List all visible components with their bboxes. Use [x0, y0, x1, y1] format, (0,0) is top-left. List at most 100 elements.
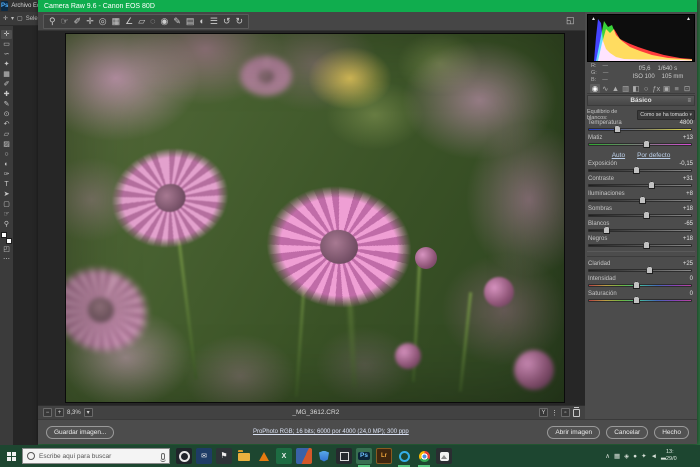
show-hidden-icons-chevron[interactable]: ∧ — [605, 452, 610, 460]
microphone-icon[interactable] — [161, 453, 165, 460]
blur-tool-icon[interactable]: ○ — [1, 150, 12, 159]
open-image-button[interactable]: Abrir imagen — [547, 426, 600, 439]
tray-icon[interactable]: ◄ — [651, 453, 657, 460]
flag-app-icon[interactable]: ⚑ — [216, 448, 232, 464]
move-tool-icon[interactable]: ✛ — [1, 30, 12, 39]
radial-filter-icon[interactable]: ◐ — [199, 16, 204, 27]
slider-knob-claridad[interactable] — [646, 266, 653, 274]
photoshop-taskbar-icon[interactable]: Ps — [356, 448, 372, 464]
eyedropper-tool-icon[interactable]: ✐ — [1, 80, 12, 89]
slider-knob-matiz[interactable] — [643, 140, 650, 148]
detail-tab[interactable]: ▲ — [610, 84, 620, 93]
lasso-tool-icon[interactable]: ∽ — [1, 50, 12, 59]
slider-knob-sombras[interactable] — [643, 211, 650, 219]
camera-raw-titlebar[interactable]: Camera Raw 9.6 - Canon EOS 80D — [38, 0, 697, 12]
split-color-app-icon[interactable] — [296, 448, 312, 464]
presets-tab[interactable]: ≡ — [672, 84, 682, 93]
stamp-tool-icon[interactable]: ⊙ — [1, 110, 12, 119]
pen-tool-icon[interactable]: ✑ — [1, 170, 12, 179]
zoom-menu-button[interactable]: ▾ — [84, 408, 93, 417]
straighten-icon[interactable]: ∠ — [125, 16, 133, 27]
checkbox-icon[interactable]: ▢ — [17, 15, 23, 22]
slider-knob-saturacion[interactable] — [633, 296, 640, 304]
slider-track-contraste[interactable] — [588, 184, 692, 187]
vlc-icon[interactable] — [256, 448, 272, 464]
camera-calibration-tab[interactable]: ▣ — [662, 84, 672, 93]
effects-tab[interactable]: ƒx — [651, 84, 661, 93]
preferences-icon[interactable]: ☰ — [210, 16, 218, 27]
split-toning-tab[interactable]: ◧ — [631, 84, 641, 93]
foreground-color-swatch[interactable] — [1, 232, 7, 238]
white-balance-icon[interactable]: ✐ — [74, 16, 82, 27]
rotate-left-icon[interactable]: ↺ — [223, 16, 231, 27]
background-color-swatch[interactable] — [6, 238, 12, 244]
slider-knob-negros[interactable] — [643, 241, 650, 249]
swatch-button[interactable]: ▫ — [561, 408, 570, 417]
slider-knob-contraste[interactable] — [648, 181, 655, 189]
tray-icon[interactable]: ◈ — [624, 452, 629, 460]
screen-mode-icon[interactable]: ⋯ — [1, 255, 12, 264]
zoom-icon[interactable]: ⚲ — [49, 16, 56, 27]
zoom-tool-icon[interactable]: ⚲ — [1, 220, 12, 229]
wand-tool-icon[interactable]: ✦ — [1, 60, 12, 69]
color-swatches[interactable] — [1, 232, 12, 244]
tray-icon[interactable]: ▦ — [614, 452, 620, 460]
hand-tool-icon[interactable]: ☞ — [1, 210, 12, 219]
targeted-adjustment-icon[interactable]: ◎ — [99, 16, 107, 27]
red-eye-icon[interactable]: ◉ — [161, 16, 169, 27]
slider-knob-temperatura[interactable] — [614, 125, 621, 133]
mail-app-icon[interactable]: ✉ — [196, 448, 212, 464]
shield-icon[interactable] — [316, 448, 332, 464]
file-explorer-icon[interactable] — [236, 448, 252, 464]
search-input[interactable]: Escribe aquí para buscar — [22, 448, 170, 464]
slider-track-iluminaciones[interactable] — [588, 199, 692, 202]
tone-curve-tab[interactable]: ∿ — [600, 84, 610, 93]
fullscreen-toggle-icon[interactable]: ◱ — [566, 15, 575, 26]
auto-link[interactable]: Auto — [612, 152, 625, 159]
marquee-tool-icon[interactable]: ▭ — [1, 40, 12, 49]
snapshots-tab[interactable]: ⊡ — [682, 84, 692, 93]
type-tool-icon[interactable]: T — [1, 180, 12, 189]
slider-track-saturacion[interactable] — [588, 299, 692, 302]
dots-icon[interactable]: ⋮ — [551, 409, 558, 417]
slider-track-temperatura[interactable] — [588, 128, 692, 131]
hsl-tab[interactable]: ▥ — [621, 84, 631, 93]
excel-icon[interactable]: X — [276, 448, 292, 464]
slider-track-sombras[interactable] — [588, 214, 692, 217]
lightroom-taskbar-icon[interactable]: Lr — [376, 448, 392, 464]
taskbar-clock[interactable]: 13: 29/0 — [666, 449, 700, 463]
panel-menu-icon[interactable]: ≡ — [687, 98, 691, 104]
eraser-tool-icon[interactable]: ▱ — [1, 130, 12, 139]
rotate-right-icon[interactable]: ↻ — [235, 16, 243, 27]
highlight-clipping-icon[interactable]: ▲ — [686, 16, 691, 22]
color-sampler-icon[interactable]: ✛ — [86, 16, 94, 27]
shadow-clipping-icon[interactable]: ▲ — [591, 16, 596, 22]
zoom-in-button[interactable]: + — [55, 408, 64, 417]
default-link[interactable]: Por defecto — [637, 152, 670, 159]
tray-icon[interactable]: ● — [633, 453, 637, 460]
histogram[interactable]: ▲ ▲ — [587, 14, 695, 62]
slider-knob-iluminaciones[interactable] — [639, 196, 646, 204]
basic-tab[interactable]: ◉ — [590, 84, 600, 93]
history-brush-tool-icon[interactable]: ↶ — [1, 120, 12, 129]
chrome-icon[interactable] — [416, 448, 432, 464]
tray-icon[interactable]: ✦ — [641, 452, 646, 460]
workflow-options-link[interactable]: ProPhoto RGB; 16 bits; 6000 por 4000 (24… — [114, 429, 547, 435]
slider-track-exposicion[interactable] — [588, 169, 692, 172]
crop-tool-icon[interactable]: ▦ — [1, 70, 12, 79]
start-button[interactable] — [0, 452, 22, 461]
hand-icon[interactable]: ☞ — [61, 16, 69, 27]
done-button[interactable]: Hecho — [654, 426, 689, 439]
graduated-filter-icon[interactable]: ▤ — [186, 16, 195, 27]
slider-track-matiz[interactable] — [588, 143, 692, 146]
slider-track-claridad[interactable] — [588, 269, 692, 272]
slider-knob-blancos[interactable] — [603, 226, 610, 234]
quick-mask-icon[interactable]: ◰ — [1, 245, 12, 254]
blue-circle-app-icon[interactable] — [396, 448, 412, 464]
spot-removal-icon[interactable]: ◌ — [150, 16, 155, 27]
slider-knob-intensidad[interactable] — [633, 281, 640, 289]
trash-icon[interactable] — [573, 409, 580, 417]
path-select-tool-icon[interactable]: ➤ — [1, 190, 12, 199]
outline-square-app-icon[interactable] — [336, 448, 352, 464]
shape-tool-icon[interactable]: ▢ — [1, 200, 12, 209]
